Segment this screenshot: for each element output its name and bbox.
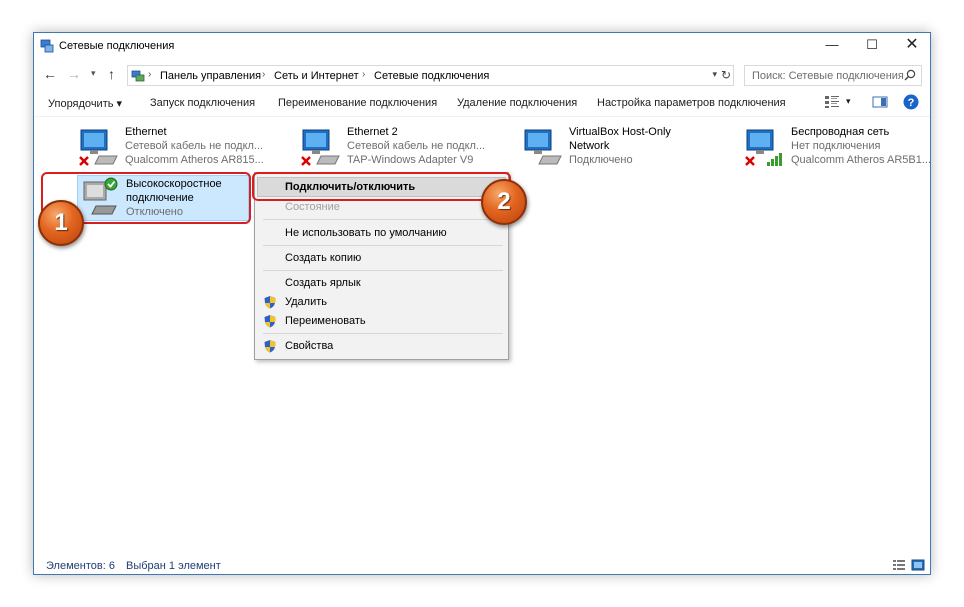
connection-ethernet-2[interactable]: Ethernet 2 Сетевой кабель не подкл... TA… bbox=[299, 126, 509, 174]
title-bar: Сетевые подключения — ☐ ✕ bbox=[34, 33, 930, 59]
item-count: Элементов: 6 bbox=[46, 560, 115, 572]
breadcrumb-network-internet[interactable]: Сеть и Интернет bbox=[274, 70, 359, 82]
window-title: Сетевые подключения bbox=[59, 40, 175, 52]
address-row: ← → ▾ ↑ › Панель управления › Сеть и Инт… bbox=[34, 63, 930, 87]
start-connection-button[interactable]: Запуск подключения bbox=[150, 97, 255, 109]
command-bar: Упорядочить ▾ Запуск подключения Переиме… bbox=[34, 89, 930, 117]
connection-status: Сетевой кабель не подкл... bbox=[347, 140, 486, 152]
forward-arrow-icon[interactable]: → bbox=[67, 66, 81, 82]
wireless-adapter-icon bbox=[745, 129, 782, 166]
network-adapter-icon bbox=[524, 129, 562, 165]
selection-count: Выбран 1 элемент bbox=[126, 560, 221, 572]
connection-device: Qualcomm Atheros AR5B1... bbox=[791, 154, 932, 166]
menu-item-not-default[interactable]: Не использовать по умолчанию bbox=[285, 227, 447, 239]
menu-item-create-copy[interactable]: Создать копию bbox=[285, 252, 361, 264]
breadcrumb-network-connections[interactable]: Сетевые подключения bbox=[374, 70, 489, 82]
connection-wireless[interactable]: Беспроводная сеть Нет подключения Qualco… bbox=[743, 126, 931, 174]
menu-item-create-shortcut[interactable]: Создать ярлык bbox=[285, 277, 361, 289]
menu-separator bbox=[263, 245, 503, 246]
disconnected-x-icon bbox=[745, 156, 755, 166]
menu-item-properties[interactable]: Свойства bbox=[285, 340, 333, 352]
connection-name: VirtualBox Host-Only bbox=[569, 126, 671, 138]
connection-name: Ethernet bbox=[125, 126, 167, 138]
breadcrumb-separator-icon: › bbox=[262, 69, 266, 80]
search-icon bbox=[904, 69, 916, 81]
chevron-down-icon: ▾ bbox=[116, 98, 123, 110]
uac-shield-icon bbox=[264, 296, 276, 309]
menu-item-delete[interactable]: Удалить bbox=[285, 296, 327, 308]
menu-separator bbox=[263, 219, 503, 220]
close-button[interactable]: ✕ bbox=[892, 33, 932, 59]
network-adapter-icon bbox=[79, 129, 118, 166]
callout-badge-1: 1 bbox=[38, 200, 84, 246]
address-dropdown-icon[interactable]: ▾ bbox=[712, 69, 717, 80]
connection-status: Подключено bbox=[569, 154, 633, 166]
connection-name: Ethernet 2 bbox=[347, 126, 398, 138]
help-icon[interactable]: ? bbox=[903, 94, 919, 110]
search-placeholder: Поиск: Сетевые подключения bbox=[752, 70, 904, 82]
connection-device: Qualcomm Atheros AR815... bbox=[125, 154, 264, 166]
callout-highlight-menu-item bbox=[252, 172, 511, 201]
callout-badge-2: 2 bbox=[481, 179, 527, 225]
change-view-icon[interactable] bbox=[824, 95, 840, 109]
status-bar: Элементов: 6 Выбран 1 элемент bbox=[34, 556, 930, 574]
up-arrow-icon[interactable]: ↑ bbox=[108, 66, 115, 82]
connection-status: Нет подключения bbox=[791, 140, 881, 152]
delete-connection-button[interactable]: Удаление подключения bbox=[457, 97, 577, 109]
maximize-button[interactable]: ☐ bbox=[852, 33, 892, 59]
svg-text:?: ? bbox=[908, 97, 915, 109]
recent-locations-chevron-icon[interactable]: ▾ bbox=[91, 68, 96, 79]
refresh-icon[interactable]: ↻ bbox=[721, 68, 731, 82]
connection-status: Сетевой кабель не подкл... bbox=[125, 140, 264, 152]
network-folder-icon bbox=[40, 39, 54, 53]
network-adapter-icon bbox=[301, 129, 340, 166]
connection-name: Беспроводная сеть bbox=[791, 126, 890, 138]
disconnected-x-icon bbox=[79, 156, 89, 166]
preview-pane-icon[interactable] bbox=[872, 95, 888, 109]
control-panel-icon bbox=[131, 70, 145, 82]
disconnected-x-icon bbox=[301, 156, 311, 166]
uac-shield-icon bbox=[264, 340, 276, 353]
minimize-button[interactable]: — bbox=[812, 33, 852, 59]
search-input[interactable]: Поиск: Сетевые подключения bbox=[744, 65, 922, 86]
details-view-icon[interactable] bbox=[892, 559, 906, 571]
uac-shield-icon bbox=[264, 315, 276, 328]
tiles-view-icon[interactable] bbox=[911, 559, 925, 571]
connection-ethernet[interactable]: Ethernet Сетевой кабель не подкл... Qual… bbox=[77, 126, 287, 174]
breadcrumb-control-panel[interactable]: Панель управления bbox=[160, 70, 261, 82]
organize-menu[interactable]: Упорядочить ▾ bbox=[48, 97, 122, 110]
organize-label: Упорядочить bbox=[48, 98, 114, 110]
connection-device: TAP-Windows Adapter V9 bbox=[347, 154, 474, 166]
connection-settings-button[interactable]: Настройка параметров подключения bbox=[597, 97, 786, 109]
connection-name-line2: Network bbox=[569, 140, 610, 152]
view-options-chevron-icon[interactable]: ▾ bbox=[846, 96, 851, 107]
menu-separator bbox=[263, 333, 503, 334]
connection-virtualbox[interactable]: VirtualBox Host-Only Network Подключено bbox=[521, 126, 731, 174]
back-arrow-icon[interactable]: ← bbox=[43, 66, 57, 82]
rename-connection-button[interactable]: Переименование подключения bbox=[278, 97, 437, 109]
menu-item-status[interactable]: Состояние bbox=[285, 201, 340, 213]
address-bar[interactable]: › Панель управления › Сеть и Интернет › … bbox=[127, 65, 734, 86]
menu-item-rename[interactable]: Переименовать bbox=[285, 315, 366, 327]
menu-separator bbox=[263, 270, 503, 271]
breadcrumb-separator-icon: › bbox=[362, 69, 366, 80]
breadcrumb-separator-icon: › bbox=[148, 69, 152, 80]
